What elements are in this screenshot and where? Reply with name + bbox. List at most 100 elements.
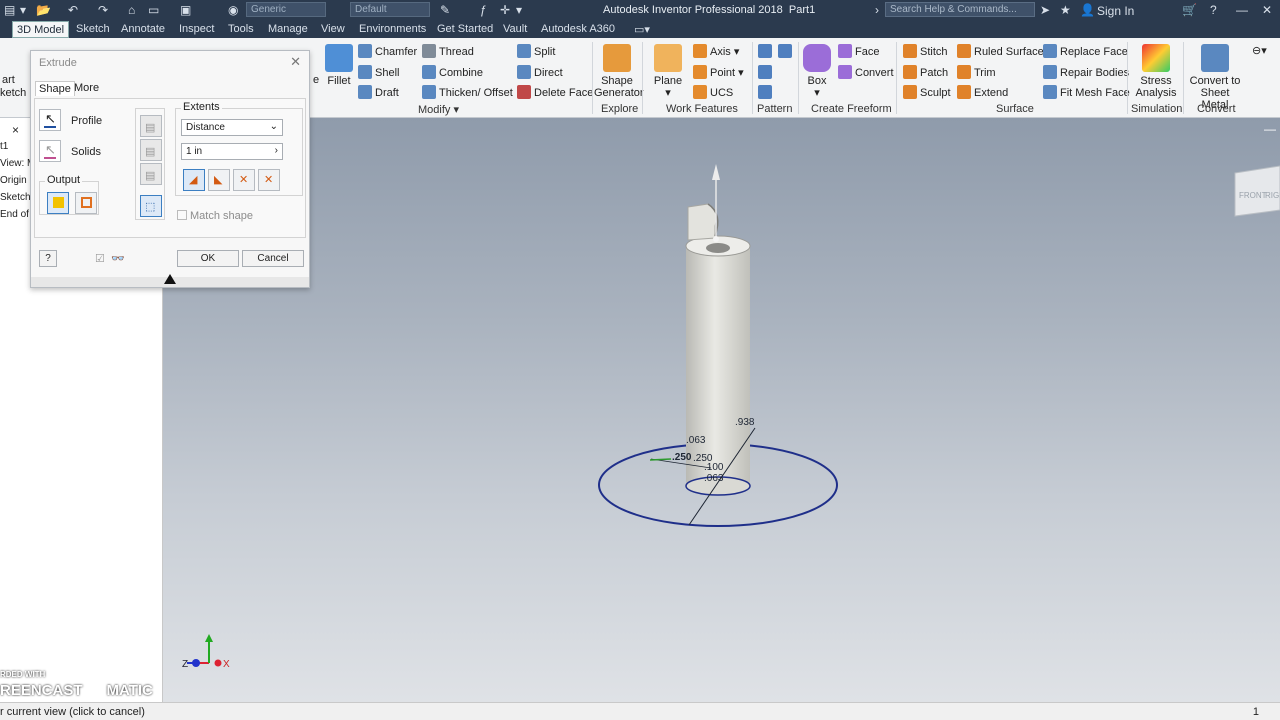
help-button[interactable]: ?	[39, 250, 57, 267]
shell-button[interactable]: Shell	[358, 65, 399, 79]
plus-icon[interactable]: ✛	[500, 3, 510, 17]
chamfer-button[interactable]: Chamfer	[358, 44, 417, 58]
tab-more[interactable]: More	[71, 81, 102, 95]
plane-button[interactable]: Plane ▾	[652, 44, 684, 99]
browser-item-origin[interactable]: Origin	[0, 175, 27, 186]
browser-close-icon[interactable]: ×	[12, 123, 19, 137]
tab-environments[interactable]: Environments	[359, 23, 426, 35]
model-canvas[interactable]: .938 .063 .250 .250 .100 .063 FRONT RIGH…	[163, 118, 1280, 702]
direct-button[interactable]: Direct	[517, 65, 563, 79]
combine-button[interactable]: Combine	[422, 65, 483, 79]
convert-sheet-metal-button[interactable]: Convert to Sheet Metal	[1186, 44, 1244, 111]
cart-icon[interactable]: 🛒	[1182, 3, 1197, 17]
graphics-viewport[interactable]: .938 .063 .250 .250 .100 .063 FRONT RIGH…	[163, 118, 1280, 702]
output-surface-button[interactable]	[75, 192, 97, 214]
new-solid-button[interactable]: ⬚	[140, 195, 162, 217]
cut-button[interactable]: ▤	[140, 139, 162, 161]
tab-manage[interactable]: Manage	[268, 23, 308, 35]
material-dropdown[interactable]: Generic	[246, 2, 326, 17]
shape-generator-button[interactable]: Shape Generator	[594, 44, 644, 99]
tab-tools[interactable]: Tools	[228, 23, 254, 35]
stress-analysis-button[interactable]: Stress Analysis	[1132, 44, 1180, 99]
tab-annotate[interactable]: Annotate	[121, 23, 165, 35]
tab-inspect[interactable]: Inspect	[179, 23, 214, 35]
draft-button[interactable]: Draft	[358, 85, 399, 99]
select-icon[interactable]: ▣	[180, 3, 191, 17]
tab-overflow-icon[interactable]: ▭▾	[634, 23, 650, 36]
panel-modify[interactable]: Modify ▾	[418, 103, 459, 116]
minimize-icon[interactable]: —	[1236, 3, 1248, 17]
point-button[interactable]: Point ▾	[693, 65, 744, 79]
ucs-button[interactable]: UCS	[693, 85, 733, 99]
tab-get-started[interactable]: Get Started	[437, 23, 493, 35]
fx-icon[interactable]: ƒ	[480, 3, 487, 17]
ok-button[interactable]: OK	[177, 250, 239, 267]
rectangular-pattern-icon[interactable]	[758, 44, 775, 58]
tab-shape[interactable]: Shape	[35, 81, 75, 96]
solids-select-button[interactable]: ↖	[39, 140, 61, 162]
help-icon[interactable]: ?	[1210, 3, 1217, 17]
sketch-pattern-icon[interactable]	[758, 85, 775, 99]
ruled-surface-button[interactable]: Ruled Surface	[957, 44, 1044, 58]
user-icon[interactable]: 👤	[1080, 3, 1095, 17]
stitch-button[interactable]: Stitch	[903, 44, 948, 58]
start-sketch-label-b[interactable]: ketch	[0, 87, 26, 99]
circular-pattern-icon[interactable]	[758, 65, 775, 79]
patch-button[interactable]: Patch	[903, 65, 948, 79]
dialog-close-icon[interactable]: ✕	[290, 54, 301, 70]
new-icon[interactable]: ▤	[4, 3, 15, 17]
expand-arrow-icon[interactable]	[164, 274, 176, 284]
undo-icon[interactable]: ↶	[68, 3, 78, 17]
trim-button[interactable]: Trim	[957, 65, 996, 79]
match-shape-checkbox[interactable]	[177, 210, 187, 220]
direction-default-button[interactable]: ◢	[183, 169, 205, 191]
home-icon[interactable]: ⌂	[128, 3, 135, 17]
profile-select-button[interactable]: ↖	[39, 109, 61, 131]
thicken-offset-button[interactable]: Thicken/ Offset	[422, 85, 513, 99]
start-sketch-label-a[interactable]: art	[2, 74, 15, 86]
browser-item-part[interactable]: t1	[0, 141, 8, 152]
open-icon[interactable]: ▾	[20, 3, 26, 17]
close-icon[interactable]: ✕	[1262, 3, 1272, 17]
output-solid-button[interactable]	[47, 192, 69, 214]
axis-button[interactable]: Axis ▾	[693, 44, 739, 58]
replace-face-button[interactable]: Replace Face	[1043, 44, 1128, 58]
repair-bodies-button[interactable]: Repair Bodies	[1043, 65, 1129, 79]
thread-button[interactable]: Thread	[422, 44, 474, 58]
tab-a360[interactable]: Autodesk A360	[541, 23, 615, 35]
split-button[interactable]: Split	[517, 44, 555, 58]
pointer-icon[interactable]: ➤	[1040, 3, 1050, 17]
extend-button[interactable]: Extend	[957, 85, 1008, 99]
direction-flipped-button[interactable]: ◣	[208, 169, 230, 191]
fillet-button[interactable]: Fillet	[325, 44, 353, 87]
search-input[interactable]: Search Help & Commands...	[885, 2, 1035, 17]
fit-mesh-face-button[interactable]: Fit Mesh Face	[1043, 85, 1130, 99]
sign-in-link[interactable]: Sign In	[1097, 4, 1134, 18]
tab-view[interactable]: View	[321, 23, 345, 35]
open-folder-icon[interactable]: 📂	[36, 3, 51, 17]
mirror-icon[interactable]	[778, 44, 795, 58]
glasses-icon[interactable]: 👓	[111, 252, 125, 265]
star-icon[interactable]: ★	[1060, 3, 1071, 17]
join-button[interactable]: ▤	[140, 115, 162, 137]
convert-button[interactable]: Convert	[838, 65, 894, 79]
direction-symmetric-button[interactable]: ✕	[233, 169, 255, 191]
cancel-button[interactable]: Cancel	[242, 250, 304, 267]
box-button[interactable]: Box ▾	[802, 44, 832, 99]
appearance-dropdown[interactable]: Default	[350, 2, 430, 17]
folder-icon[interactable]: ▭	[148, 3, 159, 17]
color-icon[interactable]: ◉	[228, 3, 238, 17]
tab-3d-model[interactable]: 3D Model	[12, 21, 70, 38]
adjust-icon[interactable]: ✎	[440, 3, 450, 17]
tab-vault[interactable]: Vault	[503, 23, 527, 35]
redo-icon[interactable]: ↷	[98, 3, 108, 17]
tab-sketch[interactable]: Sketch	[76, 23, 110, 35]
ribbon-options-icon[interactable]: ⊖▾	[1252, 44, 1267, 57]
preview-checkbox[interactable]: ☑	[95, 252, 105, 265]
extents-dropdown[interactable]: Distance ⌄	[181, 119, 283, 136]
viewport-minimize-icon[interactable]: —	[1264, 122, 1276, 136]
sculpt-button[interactable]: Sculpt	[903, 85, 951, 99]
distance-input[interactable]: 1 in ›	[181, 143, 283, 160]
delete-face-button[interactable]: Delete Face	[517, 85, 593, 99]
face-button[interactable]: Face	[838, 44, 879, 58]
